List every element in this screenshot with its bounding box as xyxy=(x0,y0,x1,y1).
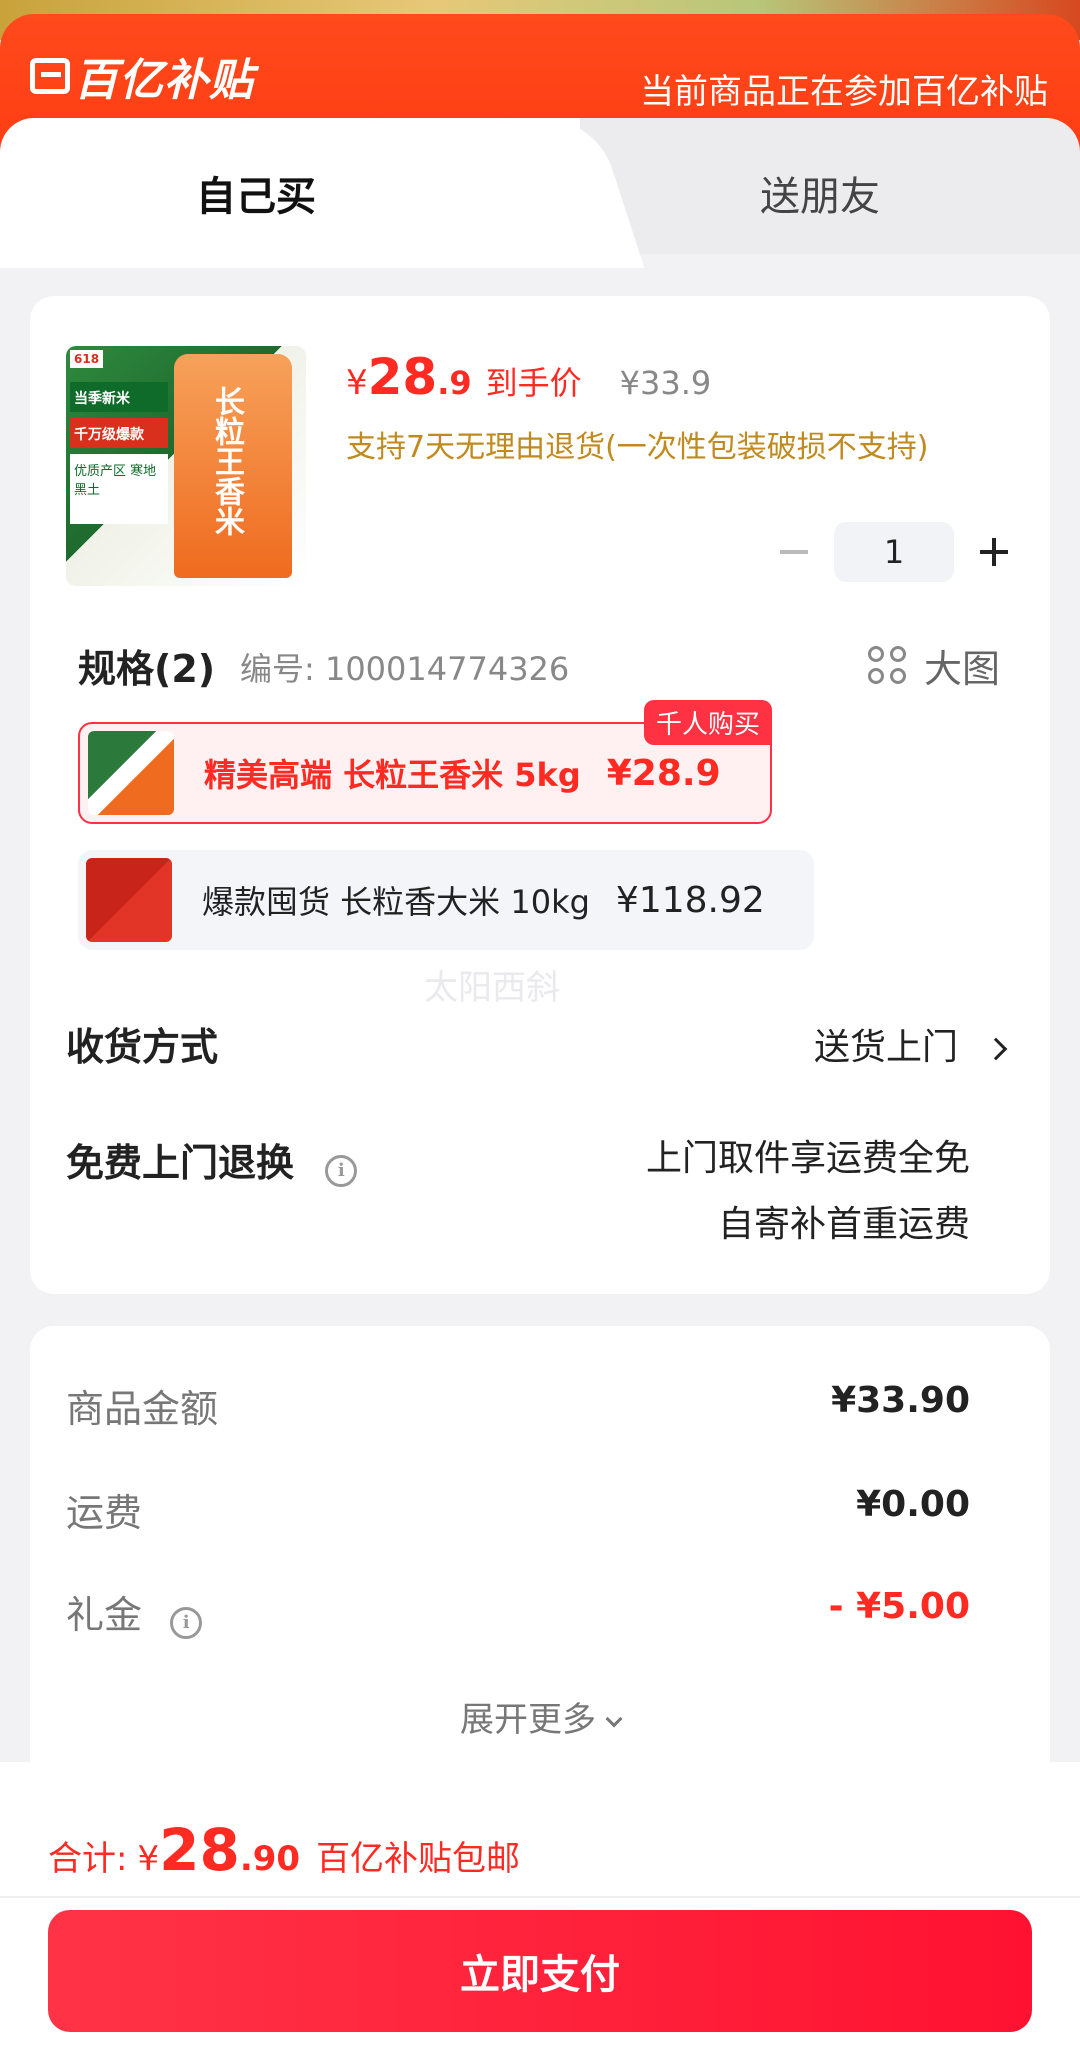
free-return-line: 自寄补首重运费 xyxy=(717,1204,970,1245)
option-price: ¥118.92 xyxy=(615,879,765,921)
gift-label: 礼金 i xyxy=(66,1584,203,1639)
price-decimal: .9 xyxy=(437,364,472,402)
product-code: 编号: 100014774326 xyxy=(240,650,570,688)
chevron-right-icon xyxy=(984,1037,1008,1061)
price-integer: 28 xyxy=(367,348,438,406)
footer-divider xyxy=(0,1896,1080,1898)
grid-icon xyxy=(867,645,908,686)
tab-gift-friend-label[interactable]: 送朋友 xyxy=(760,164,880,222)
image-tag: 优质产区 寒地黑土 xyxy=(70,454,168,524)
plus-icon[interactable] xyxy=(974,532,1014,572)
price-row: ¥ 28 .9 到手价 ¥33.9 xyxy=(346,348,711,406)
chevron-down-icon xyxy=(605,1710,623,1728)
minus-icon[interactable] xyxy=(774,532,814,572)
option-name: 精美高端 长粒王香米 5kg xyxy=(204,756,581,794)
image-tag: 当季新米 xyxy=(70,382,168,412)
summary-panel: 商品金额 ¥33.90 运费 ¥0.00 礼金 i - ¥5.00 展开更多 xyxy=(30,1326,1050,1786)
total-label: 合计: xyxy=(48,1839,128,1879)
expand-more-button[interactable]: 展开更多 xyxy=(30,1692,1050,1741)
option-name: 爆款囤货 长粒香大米 10kg xyxy=(202,883,590,921)
free-return-details: 上门取件享运费全免 自寄补首重运费 xyxy=(646,1126,970,1258)
quantity-input[interactable]: 1 xyxy=(834,522,954,582)
rice-bag-text: 长粒王香米 xyxy=(209,386,244,536)
shipping-label: 运费 xyxy=(66,1491,143,1535)
goods-amount-label: 商品金额 xyxy=(66,1387,219,1431)
info-icon[interactable]: i xyxy=(325,1155,358,1187)
delivery-selector[interactable]: 送货上门 xyxy=(813,1018,1008,1070)
total-currency: ¥ xyxy=(137,1839,160,1879)
total-note: 百亿补贴包邮 xyxy=(316,1839,521,1879)
original-price: ¥33.9 xyxy=(619,364,712,402)
pay-now-button[interactable]: 立即支付 xyxy=(48,1910,1032,2032)
shipping-value: ¥0.00 xyxy=(856,1484,970,1525)
brand-label: 百亿补贴 xyxy=(74,55,254,106)
option-price: ¥28.9 xyxy=(606,752,721,794)
quantity-stepper: 1 xyxy=(774,522,1014,582)
goods-amount-value: ¥33.90 xyxy=(831,1380,970,1421)
image-tag: 千万级爆款 xyxy=(70,418,168,448)
total-decimal: .90 xyxy=(239,1839,301,1879)
banner-note: 当前商品正在参加百亿补贴 xyxy=(640,72,1048,112)
checkout-footer: 合计: ¥ 28 .90 百亿补贴包邮 立即支付 xyxy=(0,1762,1080,2066)
total-integer: 28 xyxy=(159,1816,240,1884)
purchase-tabs: 自己买 送朋友 xyxy=(0,118,1080,268)
free-return-text: 免费上门退换 xyxy=(66,1141,295,1185)
subsidy-logo-icon xyxy=(30,58,70,94)
option-thumbnail xyxy=(86,858,172,942)
total-amount: 合计: ¥ 28 .90 百亿补贴包邮 xyxy=(48,1816,520,1884)
tab-buy-self-label[interactable]: 自己买 xyxy=(196,164,316,222)
big-picture-label: 大图 xyxy=(923,647,1000,691)
image-badge: 618 xyxy=(70,350,104,368)
free-return-label: 免费上门退换 i xyxy=(66,1132,358,1187)
option-thumbnail xyxy=(88,731,174,815)
price-label: 到手价 xyxy=(485,364,582,402)
return-policy-note: 支持7天无理由退货(一次性包装破损不支持) xyxy=(346,430,929,465)
delivery-label: 收货方式 xyxy=(66,1025,219,1069)
free-return-line: 上门取件享运费全免 xyxy=(645,1138,970,1179)
gift-text: 礼金 xyxy=(66,1593,143,1637)
spec-title: 规格(2) xyxy=(78,647,216,691)
gift-value: - ¥5.00 xyxy=(828,1586,970,1627)
product-panel: 618 当季新米 千万级爆款 优质产区 寒地黑土 长粒王香米 ¥ 28 .9 到… xyxy=(30,296,1050,1294)
brand-logo: 百亿补贴 xyxy=(30,44,254,108)
delivery-value: 送货上门 xyxy=(813,1027,958,1068)
popularity-badge: 千人购买 xyxy=(643,700,772,745)
product-image[interactable]: 618 当季新米 千万级爆款 优质产区 寒地黑土 长粒王香米 xyxy=(66,346,306,586)
big-picture-button[interactable]: 大图 xyxy=(867,638,1000,693)
spec-option-selected[interactable]: 精美高端 长粒王香米 5kg ¥28.9 千人购买 xyxy=(78,700,772,824)
expand-more-label: 展开更多 xyxy=(460,1700,596,1740)
info-icon[interactable]: i xyxy=(170,1607,203,1639)
spec-option[interactable]: 爆款囤货 长粒香大米 10kg ¥118.92 xyxy=(78,850,814,950)
watermark: 太阳西斜 xyxy=(424,968,560,1008)
price-currency: ¥ xyxy=(346,363,368,403)
